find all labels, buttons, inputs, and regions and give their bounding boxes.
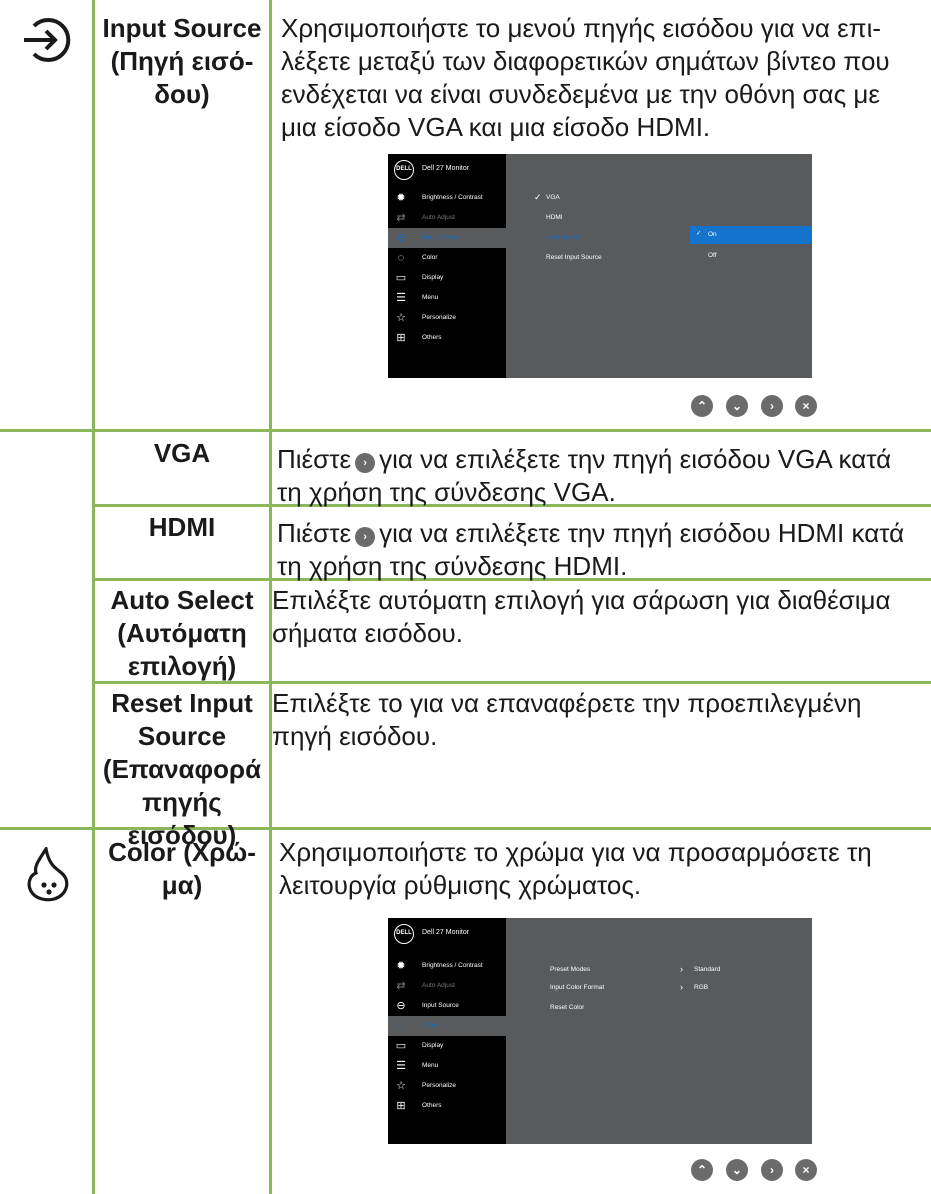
auto-select-description: Επιλέξτε αυτόματη επιλογή για σάρωση για… (272, 585, 891, 648)
input-source-icon (20, 14, 72, 71)
osd-value-off[interactable]: Off (708, 252, 717, 259)
osd-item-display[interactable]: ▭ Display (388, 1036, 506, 1056)
right-button-icon: › (761, 1159, 783, 1181)
down-button-icon: ⌄ (726, 395, 748, 417)
osd-item-others[interactable]: ⊞ Others (388, 1096, 506, 1116)
color-title: Color (Χρώ- μα) (108, 837, 256, 900)
osd-option-hdmi[interactable]: HDMI (546, 214, 563, 221)
up-button-icon: ⌃ (691, 1159, 713, 1181)
table-border (0, 429, 931, 432)
down-button-icon: ⌄ (726, 1159, 748, 1181)
menu-icon: ☰ (396, 292, 406, 304)
auto-select-title: Auto Select (Αυτόματη επιλογή) (110, 585, 254, 681)
close-button-icon: × (795, 395, 817, 417)
osd-option-reset-color[interactable]: Reset Color (550, 1004, 584, 1011)
menu-icon: ☰ (396, 1060, 406, 1072)
others-icon: ⊞ (396, 332, 406, 344)
close-button-icon: × (795, 1159, 817, 1181)
display-icon: ▭ (395, 1040, 407, 1052)
up-button-icon: ⌃ (691, 395, 713, 417)
osd-panel (506, 918, 812, 1144)
osd-item-personalize[interactable]: ☆ Personalize (388, 1076, 506, 1096)
color-icon: ◌ (397, 252, 405, 264)
input-source-title: Input Source (Πηγή εισό- δου) (102, 13, 262, 109)
hdmi-description: Πιέστε › για να επιλέξετε την πηγή εισόδου… (277, 518, 905, 581)
reset-input-description: Επιλέξτε το για να επαναφέρετε την προεπ… (272, 688, 862, 751)
osd-option-vga[interactable]: VGA (546, 194, 560, 201)
vga-title: VGA (153, 438, 211, 468)
osd-menu-color: DELL Dell 27 Monitor ✹ Brightness / Contr… (388, 918, 812, 1144)
osd-item-brightness[interactable]: ✹ Brightness / Contrast (388, 188, 506, 208)
osd-option-preset-modes[interactable]: Preset Modes (550, 966, 590, 973)
osd-item-auto-adjust[interactable]: ⇄ Auto Adjust (388, 976, 506, 996)
osd-value-on[interactable]: ✓ On (690, 226, 812, 244)
osd-item-others[interactable]: ⊞ Others (388, 328, 506, 348)
display-icon: ▭ (395, 272, 407, 284)
auto-adjust-icon: ⇄ (396, 980, 406, 992)
right-button-icon: › (355, 527, 376, 547)
osd-item-brightness[interactable]: ✹ Brightness / Contrast (388, 956, 506, 976)
osd-item-input-source[interactable]: ⊖ Input Source (388, 228, 506, 248)
color-description: Χρησιμοποιήστε το χρώμα για να προσαρμόσ… (279, 837, 872, 900)
dell-logo: DELL (394, 160, 414, 180)
osd-item-menu[interactable]: ☰ Menu (388, 1056, 506, 1076)
osd-item-auto-adjust[interactable]: ⇄ Auto Adjust (388, 208, 506, 228)
dell-logo: DELL (394, 924, 414, 944)
osd-option-input-color-format[interactable]: Input Color Format (550, 984, 604, 991)
others-icon: ⊞ (396, 1100, 406, 1112)
osd-title: Dell 27 Monitor (422, 165, 470, 172)
input-source-description: Χρησιμοποιήστε το μενού πηγής εισόδου γι… (281, 13, 890, 142)
right-button-icon: › (355, 453, 376, 473)
input-icon: ⊖ (396, 1000, 406, 1012)
chevron-right-icon: › (680, 964, 683, 974)
star-icon: ☆ (396, 312, 406, 324)
osd-option-auto-select[interactable]: Auto Select (546, 234, 579, 241)
osd-item-color[interactable]: ◌ Color (388, 1016, 506, 1036)
vga-description: Πιέστε › για να επιλέξετε την πηγή εισόδου… (277, 444, 892, 507)
sun-icon: ✹ (396, 960, 406, 972)
check-icon: ✓ (534, 192, 542, 202)
osd-item-personalize[interactable]: ☆ Personalize (388, 308, 506, 328)
osd-item-menu[interactable]: ☰ Menu (388, 288, 506, 308)
osd-option-reset-input[interactable]: Reset Input Source (546, 254, 602, 261)
sun-icon: ✹ (396, 192, 406, 204)
osd-item-display[interactable]: ▭ Display (388, 268, 506, 288)
osd-title: Dell 27 Monitor (422, 929, 470, 936)
auto-adjust-icon: ⇄ (396, 212, 406, 224)
right-button-icon: › (761, 395, 783, 417)
osd-value-rgb: RGB (694, 984, 709, 991)
chevron-right-icon: › (680, 982, 683, 992)
check-icon: ✓ (696, 230, 702, 237)
color-icon: ◌ (397, 1020, 405, 1032)
osd-item-input-source[interactable]: ⊖ Input Source (388, 996, 506, 1016)
reset-input-title: Reset Input Source (Επαναφορά πηγής εισό… (102, 688, 262, 850)
osd-value-standard: Standard (694, 966, 721, 973)
star-icon: ☆ (396, 1080, 406, 1092)
color-icon (24, 844, 74, 908)
input-icon: ⊖ (396, 232, 406, 244)
osd-panel (506, 154, 812, 378)
hdmi-title: HDMI (148, 512, 216, 542)
osd-menu-input-source: DELL Dell 27 Monitor ✹ Brightness / Contr… (388, 154, 812, 378)
osd-item-color[interactable]: ◌ Color (388, 248, 506, 268)
